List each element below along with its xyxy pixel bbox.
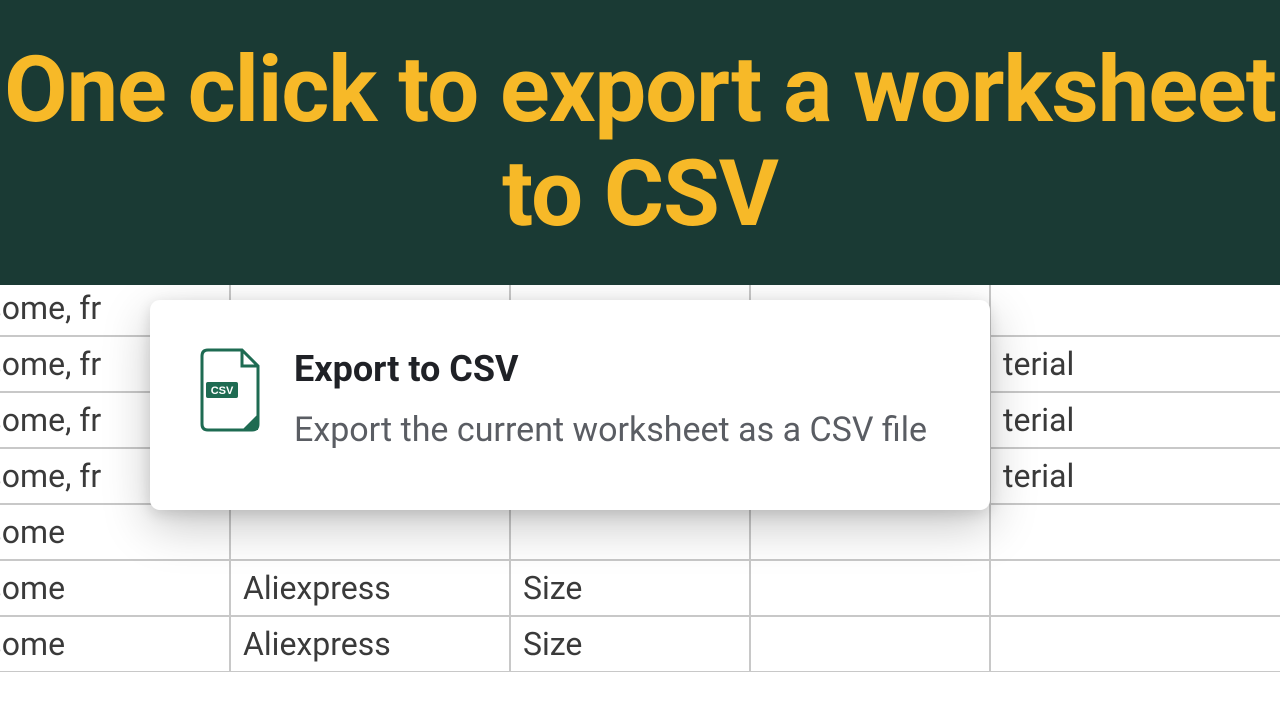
- cell[interactable]: Size: [510, 560, 750, 616]
- table-row[interactable]: vesome Aliexpress Size: [0, 616, 1280, 672]
- popup-text-content: Export to CSV Export the current workshe…: [294, 348, 940, 454]
- table-row[interactable]: vesome Aliexpress Size: [0, 560, 1280, 616]
- cell[interactable]: terial: [990, 448, 1280, 504]
- cell[interactable]: vesome: [0, 560, 230, 616]
- export-csv-menu-item[interactable]: CSV Export to CSV Export the current wor…: [150, 300, 990, 510]
- cell[interactable]: [750, 560, 990, 616]
- csv-file-icon: CSV: [200, 348, 262, 432]
- cell[interactable]: [990, 616, 1280, 672]
- cell[interactable]: [990, 560, 1280, 616]
- svg-text:CSV: CSV: [211, 385, 234, 397]
- promo-banner-title: One click to export a worksheet to CSV: [0, 39, 1280, 245]
- promo-banner: One click to export a worksheet to CSV: [0, 0, 1280, 285]
- cell[interactable]: [990, 504, 1280, 560]
- cell[interactable]: vesome: [0, 616, 230, 672]
- cell[interactable]: terial: [990, 392, 1280, 448]
- cell[interactable]: Aliexpress: [230, 616, 510, 672]
- cell[interactable]: [510, 504, 750, 560]
- cell[interactable]: Size: [510, 616, 750, 672]
- table-row[interactable]: vesome: [0, 504, 1280, 560]
- cell[interactable]: [750, 504, 990, 560]
- cell[interactable]: [990, 280, 1280, 336]
- popup-title: Export to CSV: [294, 348, 940, 390]
- cell[interactable]: [230, 504, 510, 560]
- popup-description: Export the current worksheet as a CSV fi…: [294, 406, 940, 454]
- cell[interactable]: [750, 616, 990, 672]
- cell[interactable]: vesome: [0, 504, 230, 560]
- cell[interactable]: terial: [990, 336, 1280, 392]
- cell[interactable]: Aliexpress: [230, 560, 510, 616]
